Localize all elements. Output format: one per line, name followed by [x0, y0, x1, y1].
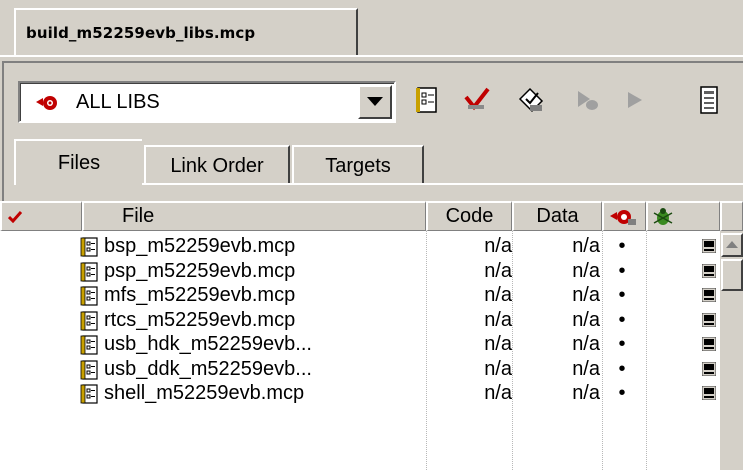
file-row[interactable]: psp_m52259evb.mcp n/a n/a •: [0, 260, 720, 284]
column-header-debug[interactable]: [646, 201, 720, 231]
chevron-up-icon: [726, 241, 738, 248]
tab-link-order-label: Link Order: [170, 154, 264, 177]
chevron-down-icon: [367, 97, 383, 106]
file-code-size: n/a: [484, 284, 512, 306]
project-window: ALL LIBS Files Link Order Targets File C…: [0, 57, 743, 470]
file-code-size: n/a: [484, 333, 512, 355]
file-debug-checkbox[interactable]: [702, 239, 716, 253]
tab-link-order[interactable]: Link Order: [144, 145, 290, 185]
scroll-up-button[interactable]: [721, 233, 743, 257]
file-row[interactable]: rtcs_m52259evb.mcp n/a n/a •: [0, 309, 720, 333]
project-file-icon: [80, 237, 98, 257]
file-data-size: n/a: [572, 333, 600, 355]
file-row[interactable]: mfs_m52259evb.mcp n/a n/a •: [0, 284, 720, 308]
target-dropdown-value: ALL LIBS: [76, 91, 160, 113]
file-name: bsp_m52259evb.mcp: [104, 235, 296, 257]
file-code-size: n/a: [484, 235, 512, 257]
file-row[interactable]: shell_m52259evb.mcp n/a n/a •: [0, 382, 720, 406]
vertical-scrollbar[interactable]: [719, 231, 743, 470]
project-file-icon: [80, 384, 98, 404]
file-data-size: n/a: [572, 259, 600, 282]
file-target-bullet[interactable]: •: [614, 260, 630, 283]
file-name: shell_m52259evb.mcp: [104, 382, 305, 404]
column-header-check[interactable]: [0, 201, 82, 231]
check-syntax-icon[interactable]: [462, 85, 492, 115]
file-target-bullet[interactable]: •: [614, 358, 630, 381]
file-name: psp_m52259evb.mcp: [104, 259, 296, 282]
column-header-file-label: File: [122, 205, 155, 227]
file-name: mfs_m52259evb.mcp: [104, 284, 296, 306]
file-name: usb_hdk_m52259evb...: [104, 333, 312, 355]
column-header-data-label: Data: [536, 205, 579, 227]
file-data-size: n/a: [572, 235, 600, 257]
file-debug-checkbox[interactable]: [702, 386, 716, 400]
project-file-icon: [80, 286, 98, 306]
project-file-icon: [80, 335, 98, 355]
column-header-target[interactable]: [602, 201, 646, 231]
bug-icon: [653, 208, 673, 225]
project-file-icon: [80, 261, 98, 282]
file-target-bullet[interactable]: •: [614, 284, 630, 307]
target-dropdown-button[interactable]: [358, 85, 392, 119]
file-target-bullet[interactable]: •: [614, 333, 630, 356]
file-row[interactable]: bsp_m52259evb.mcp n/a n/a •: [0, 235, 720, 259]
project-inspector-icon[interactable]: [694, 85, 724, 115]
debug-icon[interactable]: [572, 85, 602, 115]
settings-icon[interactable]: [414, 85, 444, 115]
file-data-size: n/a: [572, 284, 600, 306]
file-code-size: n/a: [484, 382, 512, 404]
checkmark-icon: [8, 211, 22, 223]
target-icon: [610, 210, 636, 225]
file-debug-checkbox[interactable]: [702, 361, 716, 376]
tab-files[interactable]: Files: [14, 139, 142, 185]
file-target-bullet[interactable]: •: [614, 382, 630, 405]
list-header: File Code Data: [0, 201, 743, 231]
document-tab-strip: build_m52259evb_libs.mcp: [0, 0, 743, 57]
file-name: usb_ddk_m52259evb...: [104, 357, 312, 380]
document-tab-label: build_m52259evb_libs.mcp: [26, 24, 256, 42]
tab-files-label: Files: [57, 151, 101, 174]
document-tab[interactable]: build_m52259evb_libs.mcp: [14, 8, 358, 56]
file-row[interactable]: usb_ddk_m52259evb... n/a n/a •: [0, 358, 720, 382]
file-data-size: n/a: [572, 382, 600, 404]
file-target-bullet[interactable]: •: [614, 309, 630, 332]
file-name: rtcs_m52259evb.mcp: [104, 308, 296, 331]
tab-targets-label: Targets: [325, 154, 391, 177]
tab-baseline: [142, 183, 743, 185]
project-file-icon: [80, 310, 98, 331]
file-list: File Code Data bsp_m52259evb.mcp n/a n/a…: [0, 201, 743, 470]
project-file-icon: [80, 359, 98, 380]
file-debug-checkbox[interactable]: [702, 288, 716, 302]
column-header-code-label: Code: [445, 205, 494, 227]
column-header-file[interactable]: File: [82, 201, 426, 231]
file-debug-checkbox[interactable]: [702, 337, 716, 351]
file-code-size: n/a: [484, 308, 512, 331]
file-debug-checkbox[interactable]: [702, 263, 716, 278]
run-icon[interactable]: [620, 85, 650, 115]
file-code-size: n/a: [484, 357, 512, 380]
file-data-size: n/a: [572, 357, 600, 380]
target-icon: [36, 96, 57, 110]
column-header-code[interactable]: Code: [426, 201, 512, 231]
tab-targets[interactable]: Targets: [292, 145, 424, 185]
file-debug-checkbox[interactable]: [702, 312, 716, 327]
column-header-spacer: [720, 201, 743, 231]
column-header-data[interactable]: Data: [512, 201, 602, 231]
file-target-bullet[interactable]: •: [614, 235, 630, 258]
make-icon[interactable]: [516, 85, 546, 115]
file-code-size: n/a: [484, 259, 512, 282]
target-dropdown[interactable]: ALL LIBS: [18, 81, 396, 123]
file-row[interactable]: usb_hdk_m52259evb... n/a n/a •: [0, 333, 720, 357]
file-data-size: n/a: [572, 308, 600, 331]
scroll-thumb[interactable]: [721, 259, 743, 291]
